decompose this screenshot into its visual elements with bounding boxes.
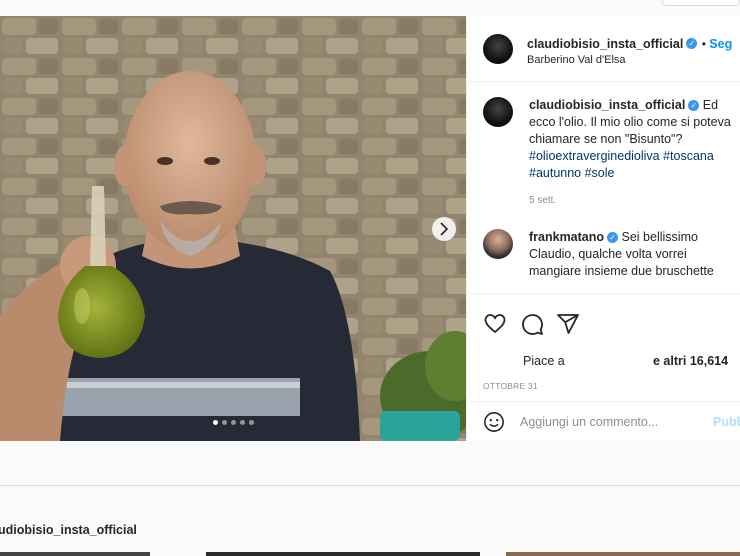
comment: frankmatano ✓ Sei bellissimo Claudio, qua… (467, 227, 740, 293)
likes-prefix[interactable]: Piace a (523, 354, 565, 368)
carousel-dot (212, 420, 218, 425)
comments-list: claudiobisio_insta_official ✓ Ed ecco l'o… (467, 83, 740, 293)
thumbnail[interactable] (206, 552, 480, 556)
top-strip (0, 0, 740, 16)
comment-text-lead: Sei bellissimo (621, 230, 698, 244)
post-header: claudiobisio_insta_official ✓ • Seg Barbe… (467, 16, 740, 82)
page-divider (0, 441, 740, 486)
add-comment-bar: Aggiungi un commento... Pubb (467, 401, 740, 441)
post-sidebar: claudiobisio_insta_official ✓ • Seg Barbe… (466, 16, 740, 441)
post-location[interactable]: Barberino Val d'Elsa (527, 54, 626, 66)
verified-icon: ✓ (686, 38, 698, 50)
more-posts-username[interactable]: udiobisio_insta_official (0, 523, 137, 537)
avatar[interactable] (483, 97, 513, 127)
comment-text: l'olio. Il mio olio come si poteva chiam… (529, 115, 731, 146)
top-button-fragment[interactable] (662, 0, 740, 6)
comment-icon[interactable] (520, 312, 544, 336)
carousel-dot (239, 420, 245, 425)
carousel-dot (248, 420, 254, 425)
caption-comment: claudiobisio_insta_official ✓ Ed ecco l'o… (467, 95, 740, 225)
comment-text: Claudio, qualche volta vorrei mangiare i… (529, 247, 714, 278)
carousel-dots (0, 420, 466, 428)
comment-input[interactable]: Aggiungi un commento... (520, 415, 658, 429)
comment-username[interactable]: claudiobisio_insta_official (529, 98, 685, 112)
comment-time: 5 sett. (529, 195, 557, 206)
post-date: OTTOBRE 31 (483, 381, 538, 391)
follow-button[interactable]: Seg (709, 37, 732, 51)
likes-count[interactable]: e altri 16,614 (653, 354, 728, 368)
verified-icon: ✓ (607, 232, 619, 244)
like-icon[interactable] (483, 312, 507, 336)
carousel-dot (230, 420, 236, 425)
post-actions: Piace a e altri 16,614 OTTOBRE 31 (467, 293, 740, 403)
photo-illustration (0, 16, 466, 441)
thumbnail[interactable] (0, 552, 150, 556)
next-photo-button (432, 217, 456, 241)
share-icon[interactable] (556, 312, 580, 336)
post-username[interactable]: claudiobisio_insta_official (527, 37, 683, 51)
emoji-icon[interactable] (483, 411, 505, 433)
comment-username[interactable]: frankmatano (529, 230, 604, 244)
avatar[interactable] (483, 34, 513, 64)
carousel-dot (221, 420, 227, 425)
more-posts-section: udiobisio_insta_official (0, 486, 740, 556)
post-card: claudiobisio_insta_official ✓ • Seg Barbe… (0, 16, 740, 441)
thumbnail[interactable] (506, 552, 740, 556)
verified-icon: ✓ (688, 100, 700, 112)
publish-button[interactable]: Pubb (713, 415, 740, 429)
post-photo[interactable] (0, 16, 466, 441)
avatar[interactable] (483, 229, 513, 259)
comment-hashtags[interactable]: #olioextraverginedioliva #toscana #autun… (529, 149, 714, 180)
